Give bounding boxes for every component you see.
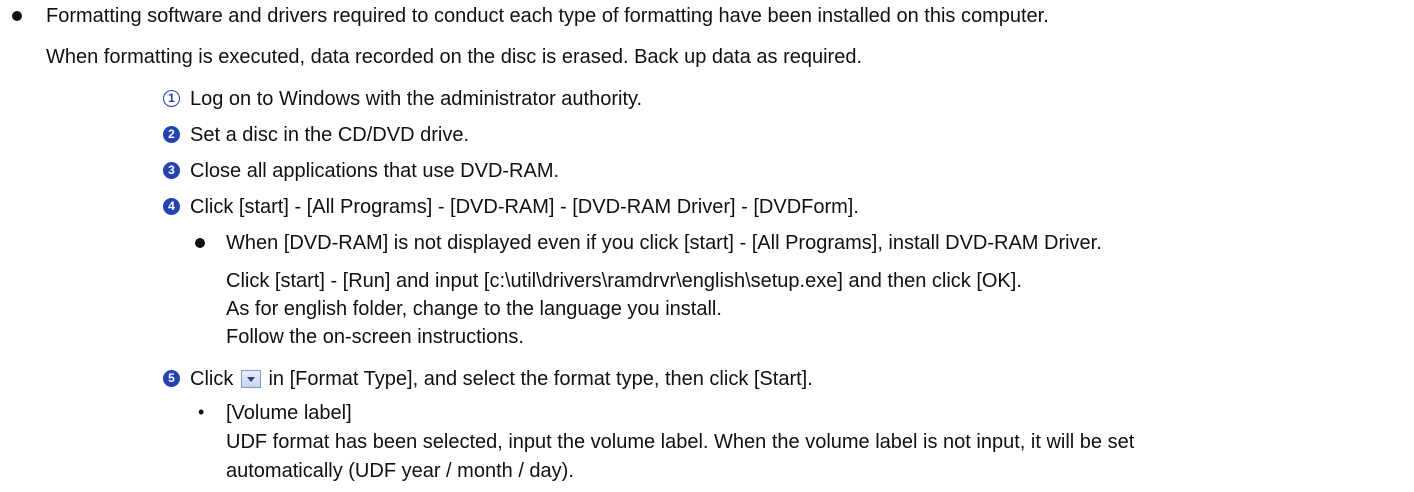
step-5-pre: Click xyxy=(190,368,234,390)
note-line-3: As for english folder, change to the lan… xyxy=(226,298,722,320)
step-3-text: Close all applications that use DVD-RAM. xyxy=(190,160,560,182)
note-line-2: Click [start] - [Run] and input [c:\util… xyxy=(226,270,1022,292)
note-line-1: When [DVD-RAM] is not displayed even if … xyxy=(226,232,1102,254)
volume-line-1: UDF format has been selected, input the … xyxy=(226,431,1135,453)
step-2-text: Set a disc in the CD/DVD drive. xyxy=(190,124,469,146)
note-bullet-dot-icon xyxy=(195,238,205,248)
step-5-post: in [Format Type], and select the format … xyxy=(268,368,813,390)
step-4-text: Click [start] - [All Programs] - [DVD-RA… xyxy=(190,196,859,218)
step-1-text: Log on to Windows with the administrator… xyxy=(190,88,643,110)
volume-title: [Volume label] xyxy=(226,402,352,424)
step-4-number-icon: 4 xyxy=(163,198,180,215)
intro-line-2: When formatting is executed, data record… xyxy=(46,46,863,68)
step-5-number-icon: 5 xyxy=(163,370,180,387)
step-3-number-icon: 3 xyxy=(163,162,180,179)
step-5-text: Click in [Format Type], and select the f… xyxy=(190,366,813,392)
volume-line-2: automatically (UDF year / month / day). xyxy=(226,460,574,482)
intro-line-1: Formatting software and drivers required… xyxy=(46,5,1049,27)
volume-bullet: • xyxy=(198,402,205,422)
dropdown-arrow-icon xyxy=(240,370,261,388)
note-line-4: Follow the on-screen instructions. xyxy=(226,326,524,348)
bullet-dot-icon xyxy=(12,11,22,21)
step-2-number-icon: 2 xyxy=(163,126,180,143)
step-1-number-icon: 1 xyxy=(163,90,180,107)
